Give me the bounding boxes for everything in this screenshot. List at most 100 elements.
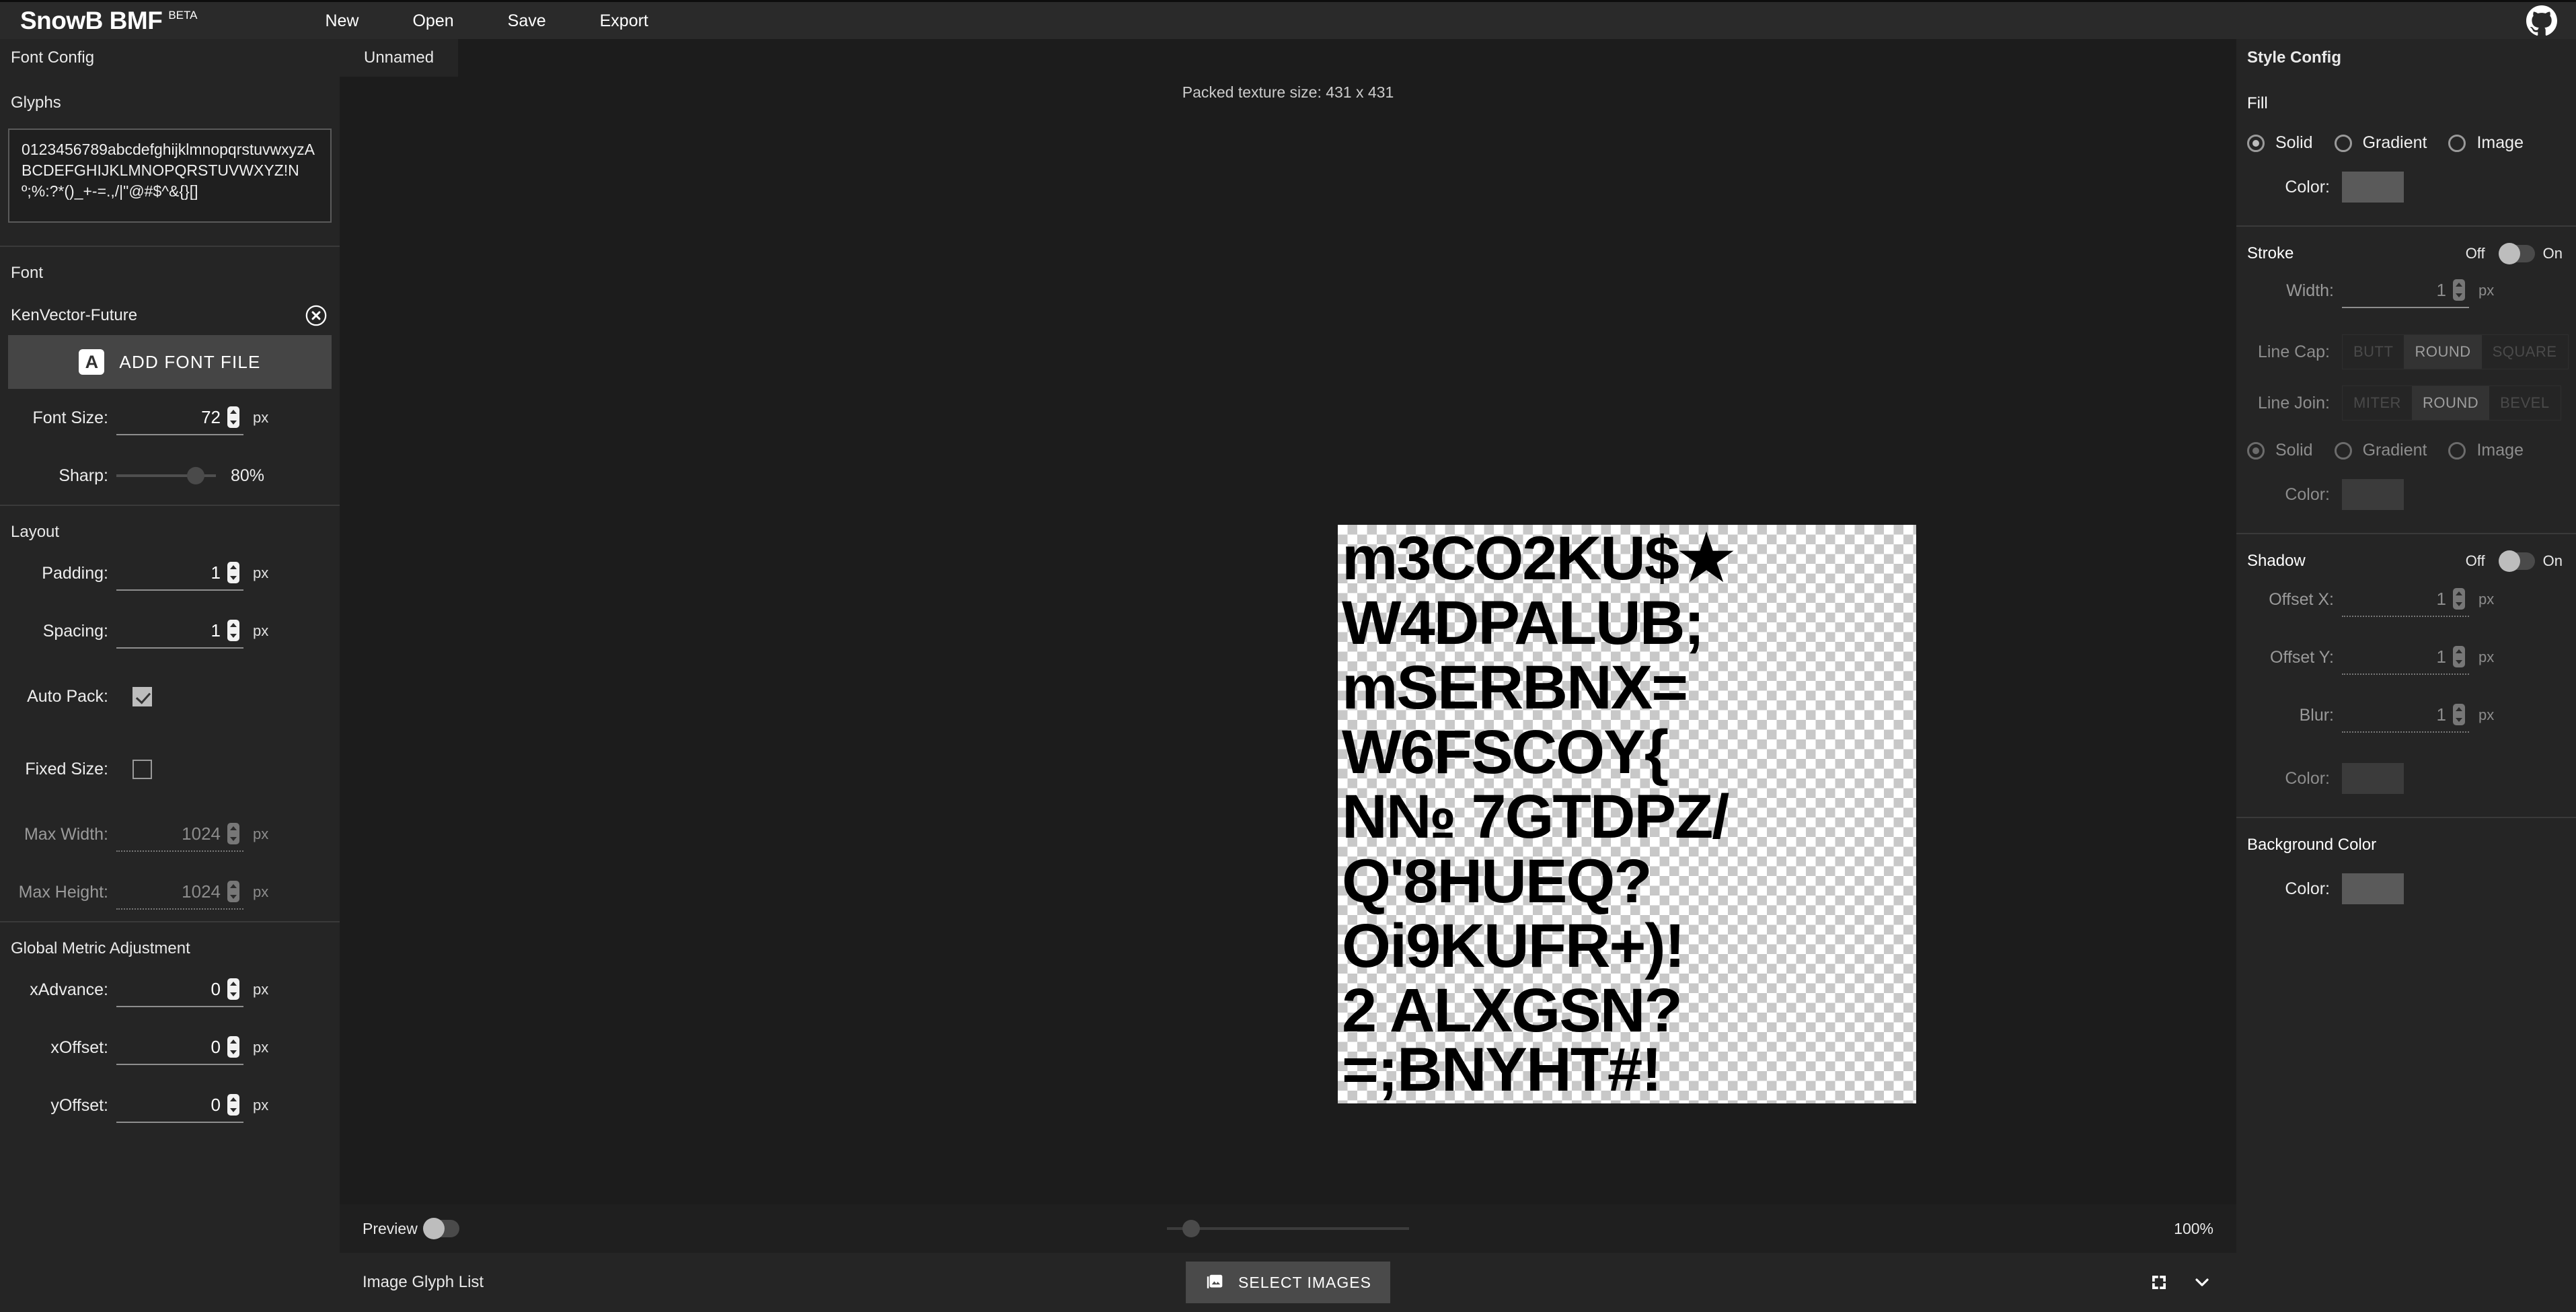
- sharp-slider[interactable]: [116, 467, 216, 484]
- glyph-atlas-canvas[interactable]: m3CO2KU$★ W4DPALUB; mSERBNX= W6FSCOY{ N№…: [1338, 525, 1916, 1103]
- max-height-stepper: [227, 881, 239, 902]
- line-join-row: Line Join: MITER ROUND BEVEL: [2236, 369, 2576, 421]
- sharp-row: Sharp: 80%: [0, 447, 340, 505]
- xadvance-stepper[interactable]: [227, 978, 239, 1000]
- shadow-offset-x-value: 1: [2436, 588, 2446, 609]
- stroke-mode-gradient-label: Gradient: [2362, 441, 2427, 460]
- tab-unnamed[interactable]: Unnamed: [340, 39, 459, 77]
- max-width-row: Max Width: 1024 px: [0, 805, 340, 863]
- yoffset-unit: px: [253, 1097, 269, 1114]
- line-join-segmented: MITER ROUND BEVEL: [2342, 386, 2561, 421]
- glyphs-section: Glyphs 0123456789abcdefghijklmnopqrstuvw…: [0, 77, 340, 223]
- radio-icon: [2334, 134, 2352, 152]
- atlas-row: mSERBNX=: [1342, 653, 1688, 722]
- radio-icon: [2247, 134, 2265, 152]
- shadow-toggle[interactable]: [2498, 550, 2535, 572]
- padding-input[interactable]: 1: [116, 556, 243, 591]
- zoom-slider[interactable]: [1167, 1220, 1409, 1237]
- shadow-blur-unit: px: [2478, 706, 2495, 723]
- zoom-slider-knob[interactable]: [1182, 1220, 1200, 1237]
- packed-texture-size: Packed texture size: 431 x 431: [340, 77, 2236, 108]
- fill-mode-image[interactable]: Image: [2448, 133, 2544, 153]
- fixed-size-row: Fixed Size:: [0, 733, 340, 805]
- glyphs-textarea[interactable]: 0123456789abcdefghijklmnopqrstuvwxyzABCD…: [8, 129, 332, 223]
- fill-mode-gradient[interactable]: Gradient: [2334, 133, 2449, 153]
- background-color-swatch[interactable]: [2342, 873, 2404, 904]
- nav-new[interactable]: New: [298, 1, 385, 40]
- fill-mode-radios: Solid Gradient Image: [2236, 113, 2576, 153]
- auto-pack-checkbox[interactable]: [132, 686, 152, 706]
- yoffset-input[interactable]: 0: [116, 1088, 243, 1123]
- radio-icon: [2448, 441, 2466, 460]
- atlas-row: N№ 7GTDPZ/: [1342, 782, 1729, 851]
- line-cap-butt[interactable]: BUTT: [2343, 335, 2404, 369]
- xoffset-input[interactable]: 0: [116, 1030, 243, 1065]
- image-glyph-list-toolbar: Image Glyph List SELECT IMAGES: [340, 1253, 2236, 1312]
- max-width-stepper: [227, 823, 239, 844]
- metrics-section: Global Metric Adjustment xAdvance: 0 px …: [0, 921, 340, 1134]
- atlas-row: Oi9KUFR+)!: [1342, 912, 1685, 980]
- github-icon[interactable]: [2526, 5, 2557, 36]
- stroke-toggle[interactable]: [2498, 243, 2535, 264]
- spacing-stepper[interactable]: [227, 620, 239, 641]
- xoffset-stepper[interactable]: [227, 1036, 239, 1058]
- line-join-round[interactable]: ROUND: [2411, 386, 2490, 420]
- font-size-input[interactable]: 72: [116, 400, 243, 435]
- xoffset-row: xOffset: 0 px: [0, 1019, 340, 1077]
- nav-save[interactable]: Save: [481, 1, 573, 40]
- max-height-unit: px: [253, 883, 269, 900]
- padding-stepper[interactable]: [227, 562, 239, 583]
- font-size-stepper[interactable]: [227, 406, 239, 428]
- chevron-down-icon[interactable]: [2191, 1271, 2213, 1294]
- stroke-width-input: 1: [2342, 273, 2469, 308]
- add-font-file-button[interactable]: A ADD FONT FILE: [8, 335, 332, 389]
- fill-color-swatch[interactable]: [2342, 172, 2404, 203]
- yoffset-stepper[interactable]: [227, 1094, 239, 1116]
- nav-open[interactable]: Open: [385, 1, 480, 40]
- background-header: Background Color: [2236, 818, 2576, 854]
- nav-export[interactable]: Export: [573, 1, 675, 40]
- preview-label: Preview: [363, 1219, 418, 1237]
- line-cap-square[interactable]: SQUARE: [2482, 335, 2568, 369]
- stroke-color-swatch: [2342, 479, 2404, 510]
- app-title: SnowB BMF: [20, 6, 163, 34]
- image-glyph-list-actions: [2148, 1271, 2213, 1294]
- atlas-row: W4DPALUB;: [1342, 589, 1705, 657]
- line-cap-round[interactable]: ROUND: [2404, 335, 2482, 369]
- fill-mode-gradient-label: Gradient: [2362, 133, 2427, 152]
- padding-row: Padding: 1 px: [0, 544, 340, 602]
- shadow-offset-x-row: Offset X: 1 px: [2236, 571, 2576, 628]
- fixed-size-checkbox[interactable]: [132, 759, 152, 779]
- line-join-miter[interactable]: MITER: [2343, 386, 2412, 420]
- yoffset-row: yOffset: 0 px: [0, 1077, 340, 1134]
- spacing-input[interactable]: 1: [116, 614, 243, 649]
- max-height-value: 1024: [182, 881, 221, 902]
- font-section: Font KenVector-Future A ADD FONT FILE Fo…: [0, 246, 340, 505]
- fullscreen-icon[interactable]: [2148, 1271, 2170, 1294]
- atlas-row: Q'8HUEQ?: [1342, 847, 1653, 916]
- select-images-button[interactable]: SELECT IMAGES: [1186, 1262, 1390, 1303]
- main-nav: New Open Save Export: [298, 1, 675, 40]
- stroke-toggle-on-label: On: [2542, 245, 2563, 262]
- font-name-label: KenVector-Future: [11, 306, 138, 324]
- preview-toggle[interactable]: [422, 1218, 459, 1239]
- glyphs-section-title: Glyphs: [11, 94, 61, 112]
- atlas-canvas-area[interactable]: m3CO2KU$★ W4DPALUB; mSERBNX= W6FSCOY{ N№…: [340, 108, 2236, 1204]
- line-cap-label: Line Cap:: [2257, 342, 2330, 361]
- font-size-unit: px: [253, 409, 269, 426]
- shadow-blur-label: Blur:: [2299, 705, 2334, 725]
- sharp-label: Sharp:: [59, 466, 108, 485]
- stroke-color-row: Color:: [2236, 460, 2576, 533]
- xadvance-input[interactable]: 0: [116, 972, 243, 1007]
- fill-mode-solid[interactable]: Solid: [2247, 133, 2335, 153]
- padding-label: Padding:: [42, 563, 108, 583]
- stroke-toggle-knob: [2498, 243, 2520, 264]
- sharp-slider-knob[interactable]: [187, 467, 205, 484]
- clear-circle-icon[interactable]: [305, 304, 328, 327]
- stroke-color-label: Color:: [2285, 484, 2330, 504]
- stroke-mode-solid-label: Solid: [2275, 441, 2313, 460]
- image-glyph-list-label: Image Glyph List: [363, 1273, 484, 1291]
- xadvance-value: 0: [211, 978, 221, 999]
- add-font-file-label: ADD FONT FILE: [119, 351, 261, 372]
- line-join-bevel[interactable]: BEVEL: [2489, 386, 2560, 420]
